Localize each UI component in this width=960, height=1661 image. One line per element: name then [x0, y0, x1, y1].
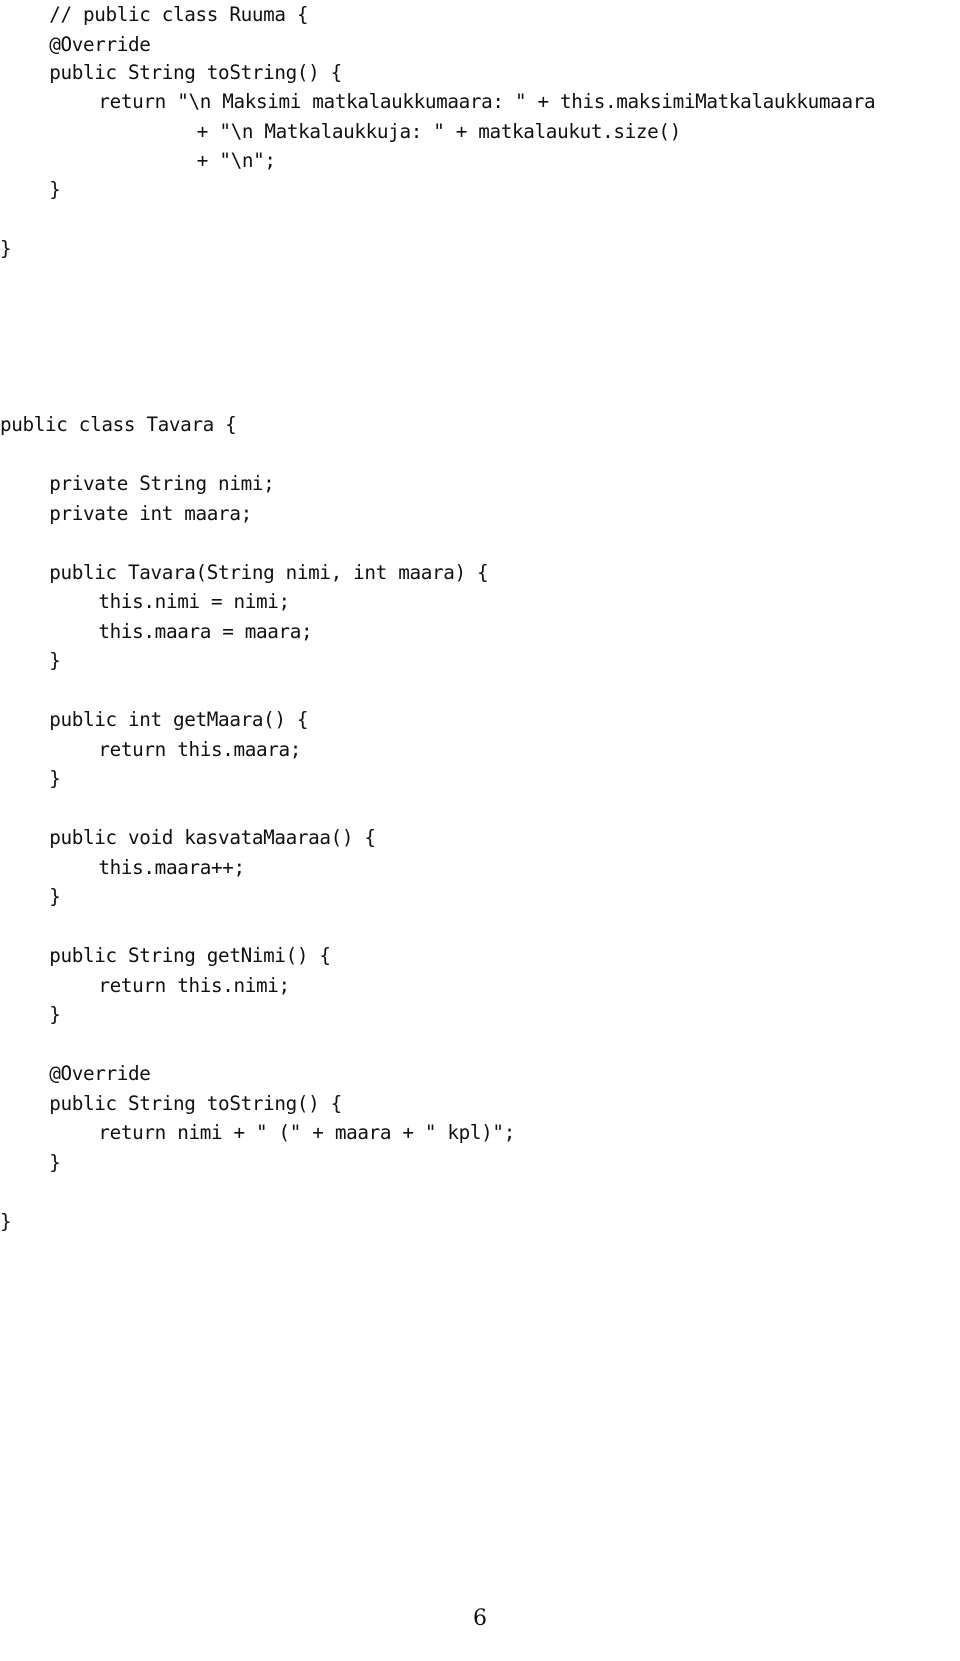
- code-line: public Tavara(String nimi, int maara) {: [49, 560, 489, 584]
- code-line: }: [0, 237, 12, 260]
- code-line: }: [49, 649, 61, 672]
- code-line: return this.maara;: [98, 737, 302, 761]
- code-line: public String toString() {: [49, 1091, 342, 1115]
- code-line: return "\n Maksimi matkalaukkumaara: " +…: [98, 90, 876, 113]
- code-line: // public class Ruuma {: [49, 3, 309, 26]
- code-line: + "\n Matkalaukkuja: " + matkalaukut.siz…: [196, 119, 681, 143]
- code-line: public class Tavara {: [0, 413, 237, 436]
- code-line: }: [49, 767, 61, 790]
- code-line: public int getMaara() {: [49, 708, 309, 731]
- code-line: public String getNimi() {: [49, 944, 331, 967]
- code-line: + "\n";: [196, 149, 276, 172]
- code-line: this.nimi = nimi;: [98, 590, 290, 613]
- code-line: return this.nimi;: [98, 973, 290, 997]
- code-line: this.maara++;: [98, 855, 245, 879]
- code-line: public String toString() {: [49, 61, 342, 84]
- code-line: }: [49, 178, 61, 201]
- code-line: this.maara = maara;: [98, 619, 313, 643]
- code-line: public void kasvataMaaraa() {: [49, 826, 376, 849]
- code-line: return nimi + " (" + maara + " kpl)";: [98, 1121, 515, 1144]
- code-line: }: [49, 1003, 61, 1026]
- code-line: }: [49, 1150, 61, 1174]
- code-line: }: [0, 1209, 12, 1233]
- code-line: @Override: [49, 1062, 151, 1085]
- page-number: 6: [473, 1606, 487, 1631]
- code-line: private String nimi;: [49, 472, 275, 495]
- code-line: private int maara;: [49, 501, 252, 525]
- code-line: }: [49, 885, 61, 908]
- document-page: // public class Ruuma { @Override public S…: [0, 0, 960, 1661]
- code-line: @Override: [49, 32, 151, 56]
